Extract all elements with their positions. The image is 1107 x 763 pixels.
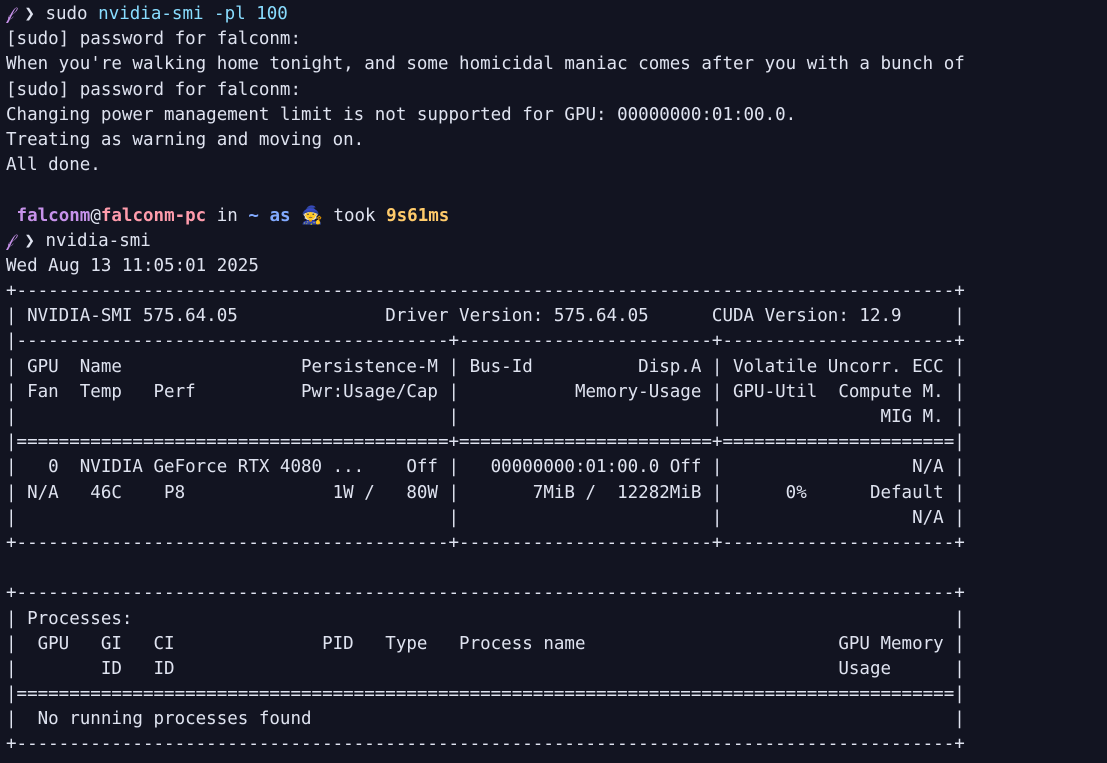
command-args: nvidia-smi -pl 100 — [98, 4, 288, 24]
output-line: All done. — [6, 155, 101, 176]
prompt-host: falconm-pc — [100, 205, 207, 226]
terminal-window[interactable]: 𝒻 ❯ sudo nvidia-smi -pl 100 [sudo] passw… — [6, 2, 1107, 763]
wizard-icon: 🧙 — [301, 205, 323, 226]
command-duration: 9s61ms — [386, 205, 450, 226]
prompt-arrow-icon: ❯ — [24, 230, 35, 251]
nvidia-smi-table-line: +---------------------------------------… — [6, 532, 965, 553]
prompt-took: took — [322, 205, 387, 226]
prompt-user: falconm — [16, 205, 91, 226]
command-line-2: 𝒻 ❯ nvidia-smi — [6, 229, 1107, 254]
processes-table-line: | Processes: | — [6, 608, 965, 629]
nvidia-smi-table-line: | Fan Temp Perf Pwr:Usage/Cap | Memory-U… — [6, 381, 965, 402]
prompt-feather-icon: 𝒻 — [6, 230, 14, 251]
prompt-feather-icon: 𝒻 — [6, 4, 14, 24]
nvidia-smi-table-line: | NVIDIA-SMI 575.64.05 Driver Version: 5… — [6, 306, 965, 327]
nvidia-smi-table-line: | | | N/A | — [6, 507, 965, 528]
nvidia-smi-table-line: |=======================================… — [6, 432, 965, 453]
nvidia-smi-table-line: | 0 NVIDIA GeForce RTX 4080 ... Off | 00… — [6, 457, 965, 478]
prompt-as: as — [258, 205, 302, 226]
prompt-directory: ~ — [248, 205, 259, 226]
prompt-at: @ — [90, 205, 101, 226]
processes-table-line: | GPU GI CI PID Type Process name GPU Me… — [6, 633, 965, 654]
nvidia-smi-table-line: +---------------------------------------… — [6, 281, 965, 302]
prompt-in: in — [206, 205, 249, 226]
nvidia-smi-table-line: | | | MIG M. | — [6, 407, 965, 427]
output-line: When you're walking home tonight, and so… — [6, 54, 965, 75]
command-line-1: 𝒻 ❯ sudo nvidia-smi -pl 100 — [6, 2, 1107, 27]
output-line: Treating as warning and moving on. — [6, 129, 365, 150]
processes-table-line: |=======================================… — [6, 684, 965, 705]
processes-table-line: +---------------------------------------… — [6, 583, 965, 604]
processes-table-line: | No running processes found | — [6, 709, 965, 730]
processes-table-line: +---------------------------------------… — [6, 734, 965, 755]
nvidia-smi-table-line: | N/A 46C P8 1W / 80W | 7MiB / 12282MiB … — [6, 482, 965, 503]
nvidia-smi-table-line: | GPU Name Persistence-M | Bus-Id Disp.A… — [6, 356, 965, 377]
processes-table-line: | ID ID Usage | — [6, 658, 965, 679]
nvidia-smi-timestamp: Wed Aug 13 11:05:01 2025 — [6, 255, 259, 276]
output-line: [sudo] password for falconm: — [6, 79, 302, 100]
prompt-status-line: falconm@falconm-pc in ~ as 🧙 took 9s61ms — [6, 204, 1107, 229]
command-name: nvidia-smi — [45, 230, 151, 251]
output-line: [sudo] password for falconm: — [6, 29, 302, 50]
nvidia-smi-table-line: |---------------------------------------… — [6, 331, 965, 352]
prompt-arrow-icon: ❯ — [24, 4, 35, 24]
command-name: sudo — [45, 4, 88, 24]
output-line: Changing power management limit is not s… — [6, 104, 797, 125]
